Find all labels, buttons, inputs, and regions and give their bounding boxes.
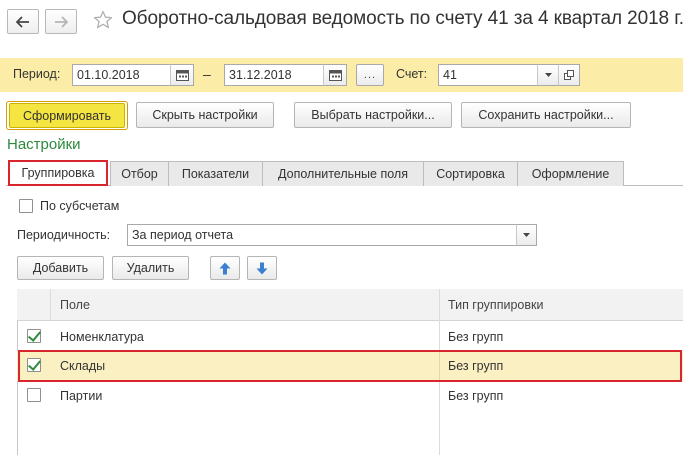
- account-input[interactable]: 41: [438, 64, 538, 86]
- account-open-button[interactable]: [558, 64, 580, 86]
- back-button[interactable]: [7, 9, 39, 34]
- settings-title: Настройки: [7, 136, 81, 153]
- periodicity-dropdown-button[interactable]: [516, 224, 537, 246]
- dropdown-arrow-icon: [544, 73, 552, 77]
- add-button[interactable]: Добавить: [17, 256, 104, 280]
- move-down-icon: [256, 262, 268, 274]
- selected-row-highlight: [18, 350, 682, 382]
- row-checkbox[interactable]: [27, 329, 41, 343]
- tab-additional-fields[interactable]: Дополнительные поля: [262, 161, 424, 186]
- calendar-icon: [175, 70, 189, 81]
- tab-sorting[interactable]: Сортировка: [423, 161, 518, 186]
- calendar-icon: [328, 70, 342, 81]
- column-header-grouping-type[interactable]: Тип группировки: [448, 289, 543, 321]
- account-label: Счет:: [396, 67, 428, 81]
- period-dash: –: [203, 66, 211, 82]
- generate-button[interactable]: Сформировать: [9, 103, 125, 128]
- forward-arrow-icon: [55, 15, 68, 28]
- period-select-button[interactable]: ...: [356, 64, 384, 86]
- forward-button[interactable]: [45, 9, 77, 34]
- hide-settings-button[interactable]: Скрыть настройки: [136, 102, 274, 128]
- tab-appearance[interactable]: Оформление: [517, 161, 624, 186]
- move-up-button[interactable]: [210, 256, 240, 280]
- by-subaccounts-checkbox[interactable]: [19, 199, 33, 213]
- period-label: Период:: [13, 67, 61, 81]
- column-header-field[interactable]: Поле: [60, 289, 90, 321]
- tab-grouping[interactable]: Группировка: [8, 160, 108, 186]
- tab-indicators[interactable]: Показатели: [168, 161, 263, 186]
- row-field: Партии: [60, 389, 103, 403]
- move-down-button[interactable]: [247, 256, 277, 280]
- date-to-calendar-button[interactable]: [323, 64, 347, 86]
- periodicity-input[interactable]: За период отчета: [127, 224, 517, 246]
- move-up-icon: [219, 262, 231, 274]
- date-from-input[interactable]: 01.10.2018: [72, 64, 171, 86]
- open-form-icon: [563, 69, 574, 80]
- row-grouping-type: Без групп: [448, 389, 504, 403]
- delete-button[interactable]: Удалить: [112, 256, 189, 280]
- table-header: [17, 289, 683, 321]
- row-grouping-type: Без групп: [448, 330, 504, 344]
- column-divider: [50, 289, 51, 321]
- date-from-calendar-button[interactable]: [170, 64, 194, 86]
- favorite-star-icon[interactable]: [93, 10, 113, 30]
- choose-settings-button[interactable]: Выбрать настройки...: [294, 102, 452, 128]
- periodicity-label: Периодичность:: [17, 228, 111, 242]
- account-dropdown-button[interactable]: [537, 64, 559, 86]
- row-checkbox[interactable]: [27, 388, 41, 402]
- dropdown-arrow-icon: [523, 233, 530, 237]
- page-title: Оборотно-сальдовая ведомость по счету 41…: [122, 8, 683, 29]
- by-subaccounts-label: По субсчетам: [40, 199, 120, 213]
- date-to-input[interactable]: 31.12.2018: [224, 64, 324, 86]
- back-arrow-icon: [16, 15, 29, 28]
- row-field: Номенклатура: [60, 330, 144, 344]
- save-settings-button[interactable]: Сохранить настройки...: [461, 102, 631, 128]
- tab-filter[interactable]: Отбор: [110, 161, 169, 186]
- table-row[interactable]: [17, 381, 683, 411]
